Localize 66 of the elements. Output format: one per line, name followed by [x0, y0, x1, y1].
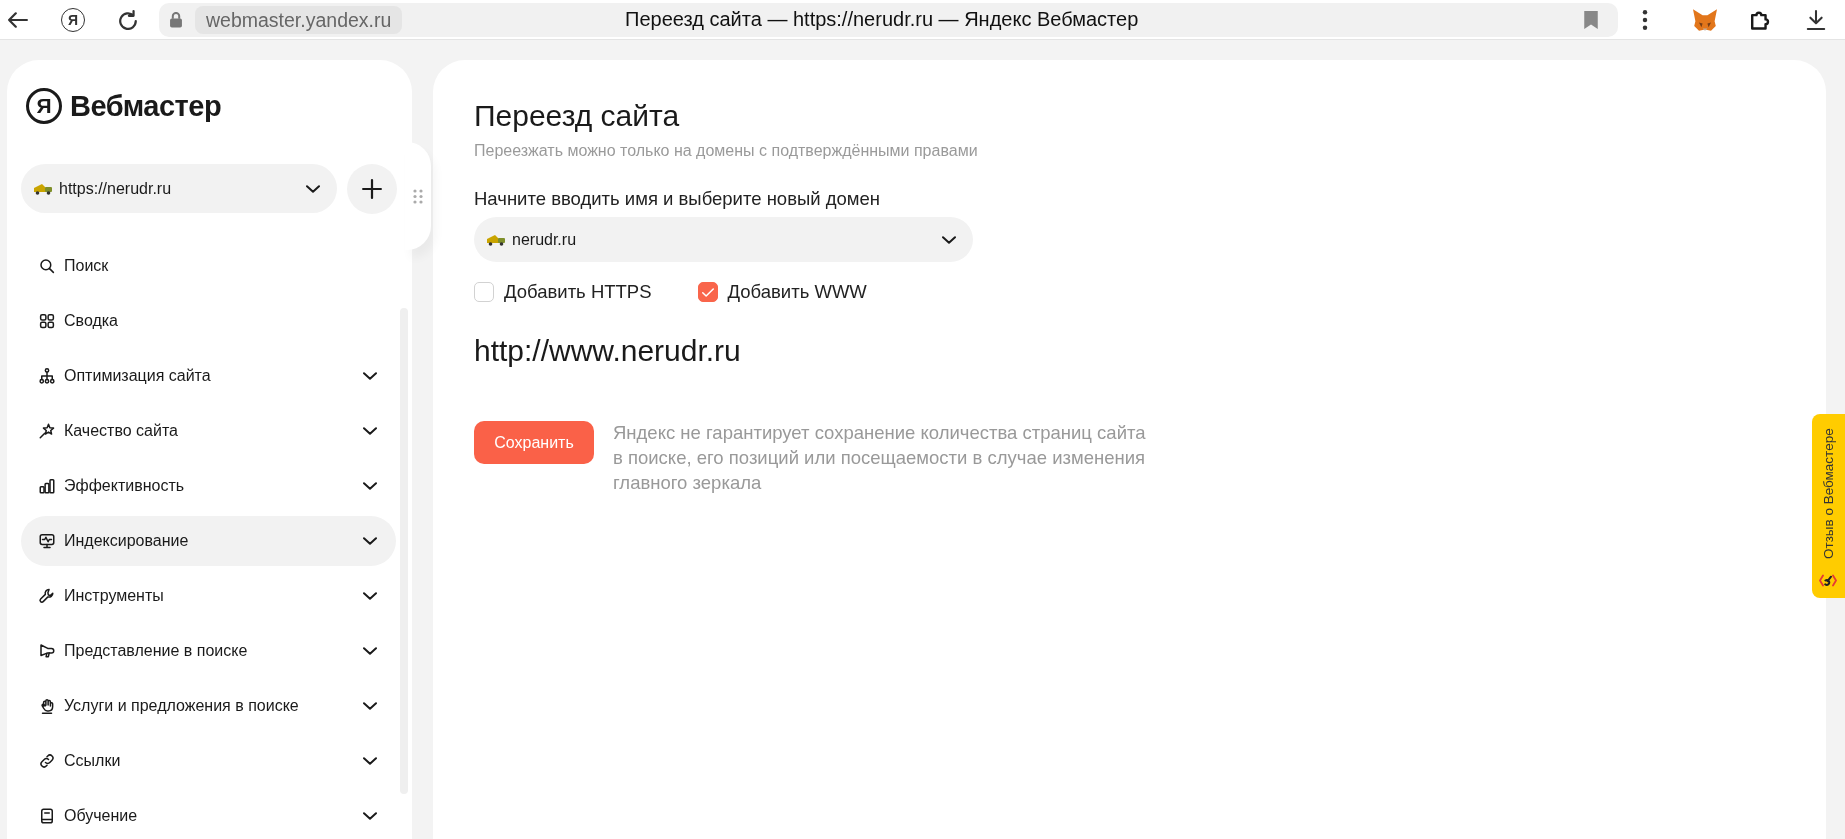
chevron-down-icon: [363, 757, 377, 765]
checkbox[interactable]: [474, 282, 494, 302]
wrench-icon: [38, 587, 56, 605]
chevron-down-icon: [363, 482, 377, 490]
yandex-button[interactable]: Я: [61, 7, 85, 32]
chevron-down-icon: [942, 235, 956, 244]
nav-item[interactable]: Индексирование: [21, 516, 396, 566]
nav-item[interactable]: Качество сайта: [21, 406, 396, 456]
page-heading: Переезд сайта: [474, 98, 681, 134]
truck-icon: [33, 182, 53, 195]
chevron-down-icon: [363, 592, 377, 600]
chevron-down-icon: [306, 184, 320, 193]
add-site-button[interactable]: [347, 164, 397, 214]
nav-item[interactable]: Оптимизация сайта: [21, 351, 396, 401]
download-icon[interactable]: [1806, 9, 1826, 30]
grid-icon: [38, 312, 56, 330]
nav-item[interactable]: Поиск: [21, 241, 396, 291]
nav-item[interactable]: Услуги и предложения в поиске: [21, 681, 396, 731]
nav-item[interactable]: Сводка: [21, 296, 396, 346]
logo-mark: Я: [26, 88, 62, 124]
nav-item[interactable]: Инструменты: [21, 571, 396, 621]
result-url: http://www.nerudr.ru: [474, 335, 742, 367]
chevron-down-icon: [363, 812, 377, 820]
domain-select[interactable]: nerudr.ru: [474, 217, 973, 262]
nav-item[interactable]: Обучение: [21, 791, 396, 839]
nav-item[interactable]: Представление в поиске: [21, 626, 396, 676]
checkmark-icon: [701, 287, 714, 297]
sitemap-icon: [38, 367, 56, 385]
chevron-down-icon: [363, 537, 377, 545]
link-icon: [38, 752, 56, 770]
bookmark-icon[interactable]: [1583, 10, 1599, 29]
book-icon: [38, 807, 56, 825]
chevron-down-icon: [363, 647, 377, 655]
lock-icon: [168, 11, 184, 28]
site-select[interactable]: https://nerudr.ru: [21, 164, 337, 213]
chevron-down-icon: [363, 372, 377, 380]
more-icon[interactable]: [1642, 9, 1648, 30]
chevron-down-icon: [363, 702, 377, 710]
bar-chart-icon: [38, 477, 56, 495]
feedback-tab[interactable]: Отзыв о Вебмастере: [1812, 414, 1845, 598]
fox-icon[interactable]: [1693, 7, 1717, 32]
back-arrow-icon[interactable]: [8, 11, 28, 28]
monitor-pulse-icon: [38, 532, 56, 550]
plus-icon: [362, 179, 382, 199]
nav-item[interactable]: Эффективность: [21, 461, 396, 511]
megaphone-icon: [38, 642, 56, 660]
address-url[interactable]: webmaster.yandex.ru: [195, 5, 403, 34]
subtitle: Переезжать можно только на домены с подтверждёнными правами: [474, 142, 979, 160]
nav-item[interactable]: Ссылки: [21, 736, 396, 786]
field-label: Начните вводить имя и выберите новый домен: [474, 188, 882, 210]
logo-text: Вебмастер: [70, 89, 222, 123]
wrench-brackets-icon: [1819, 574, 1838, 587]
checkbox-label[interactable]: Добавить HTTPS: [504, 281, 652, 303]
search-icon: [38, 257, 56, 275]
sparkle-wand-icon: [38, 422, 56, 440]
warning-note: Яндекс не гарантирует сохранение количества страниц сайта в поиске, его позиций или посещаемости в случае изменения главного зеркала: [613, 421, 1147, 495]
puzzle-icon[interactable]: [1751, 9, 1771, 30]
page-title: Переезд сайта — https://nerudr.ru — Яндекс Вебмастер: [624, 8, 1140, 31]
address-bar[interactable]: webmaster.yandex.ru Переезд сайта — https://nerudr.ru — Яндекс Вебмастер: [159, 2, 1618, 37]
checkbox-label[interactable]: Добавить WWW: [727, 281, 867, 303]
chevron-down-icon: [363, 427, 377, 435]
drag-dots-icon: [413, 188, 423, 204]
hand-icon: [38, 697, 56, 715]
reload-icon[interactable]: [118, 9, 138, 30]
checkbox[interactable]: [697, 282, 718, 302]
truck-icon: [486, 233, 506, 246]
